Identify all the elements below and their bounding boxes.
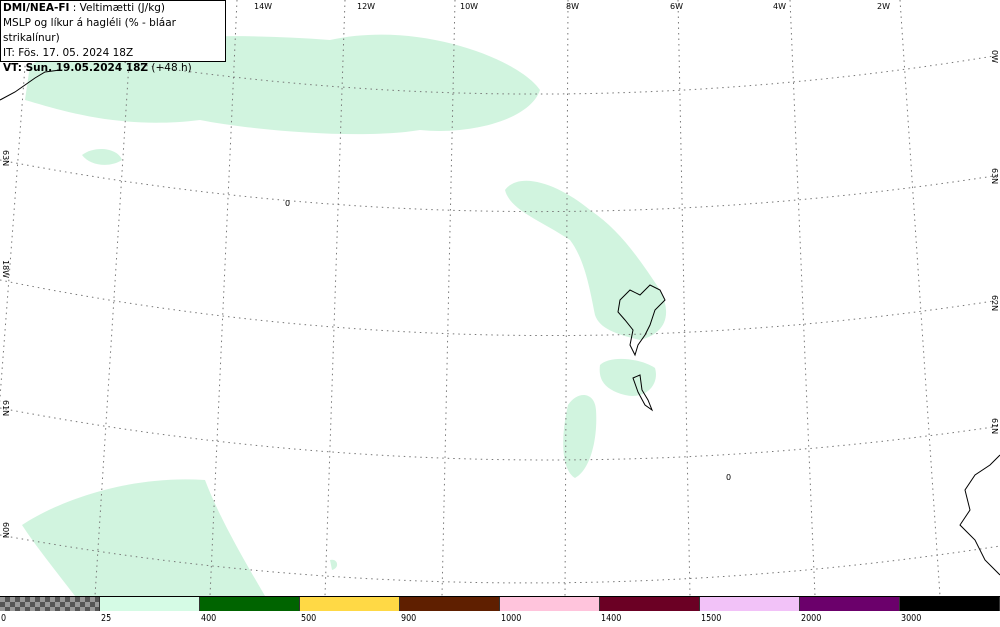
lat-label-right-63n: 63N [990,168,999,185]
colorbar-swatch [100,597,200,611]
colorbar-swatch [900,597,1000,611]
colorbar-swatch [200,597,300,611]
colorbar-swatch [400,597,500,611]
colorbar-tick-label: 500 [301,613,317,624]
colorbar-tick-label: 1500 [701,613,722,624]
model-name: DMI/NEA-FI [3,2,70,14]
valid-time: VT: Sun. 19.05.2024 18Z [3,62,149,74]
contour-label: 0 [285,199,291,208]
lon-label-0w: 0W [990,50,999,63]
forecast-offset: (+48 h) [148,62,192,74]
map-canvas[interactable] [0,0,1000,596]
colorbar-tick-label: 25 [101,613,112,624]
colorbar-swatch [300,597,400,611]
lat-label-left-63n: 63N [1,150,10,167]
map-info-box: DMI/NEA-FI : Veltimætti (J/kg) MSLP og l… [0,0,226,74]
lon-label-2w: 2W [877,2,890,11]
colorbar-tick-label: 3000 [901,613,922,624]
lat-label-left-18w: 18W [1,260,10,279]
field-name: : Veltimætti (J/kg) [69,2,166,14]
lat-label-right-61n: 61N [990,418,999,435]
colorbar-swatch [700,597,800,611]
lat-label-left-61n: 61N [1,400,10,417]
lat-label-left-60n: 60N [1,522,10,539]
colorbar: 0 25 400 500 900 1000 1400 1500 2000 3000 [0,596,1000,627]
colorbar-tick-label: 400 [201,613,217,624]
colorbar-tick-label: 900 [401,613,417,624]
subtitle: MSLP og líkur á hagléli (% - bláar strik… [3,17,176,44]
lon-label-4w: 4W [773,2,786,11]
colorbar-swatch [500,597,600,611]
lon-label-8w: 8W [566,2,579,11]
cape-shading [22,34,667,596]
colorbar-tick-label: 0 [1,613,7,624]
colorbar-swatch [0,597,100,611]
colorbar-swatch [800,597,900,611]
lon-label-12w: 12W [357,2,376,11]
colorbar-swatch [600,597,700,611]
colorbar-tick-label: 1400 [601,613,622,624]
colorbar-tick-label: 2000 [801,613,822,624]
lat-label-right-62n: 62N [990,295,999,312]
lon-label-14w: 14W [254,2,273,11]
lon-label-6w: 6W [670,2,683,11]
init-time: IT: Fös. 17. 05. 2024 18Z [3,47,134,59]
lon-label-10w: 10W [460,2,479,11]
contour-label: 0 [726,473,732,482]
colorbar-tick-label: 1000 [501,613,522,624]
